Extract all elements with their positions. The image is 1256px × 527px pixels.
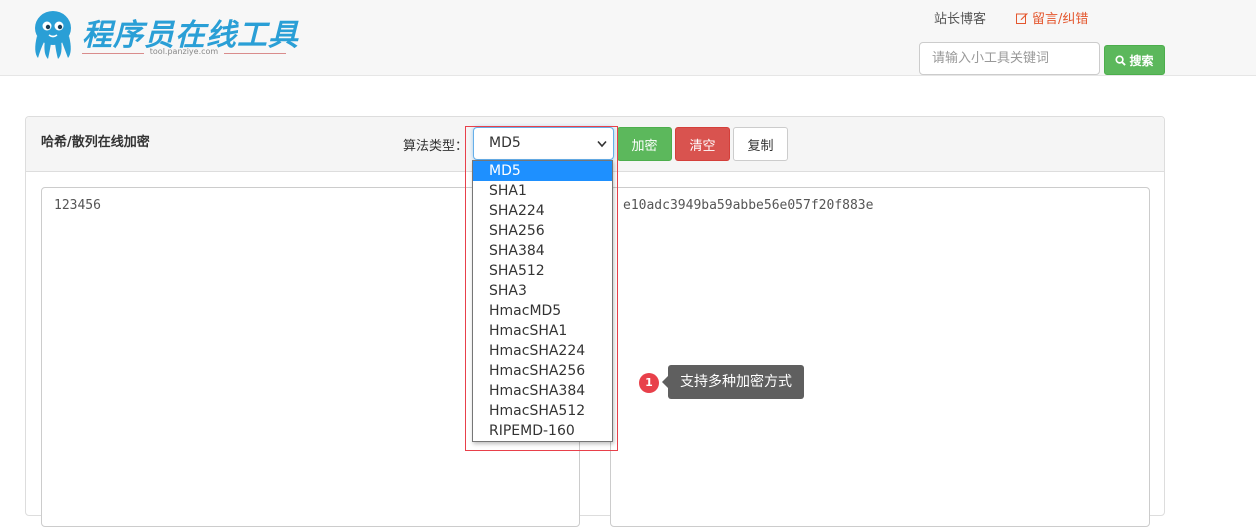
search-button[interactable]: 搜索 — [1104, 45, 1165, 75]
search-icon — [1115, 54, 1127, 66]
algorithm-option[interactable]: HmacSHA512 — [473, 401, 612, 421]
algorithm-dropdown-list[interactable]: MD5 SHA1 SHA224 SHA256 SHA384 SHA512 SHA3 HmacM… — [472, 160, 613, 442]
algorithm-option[interactable]: MD5 — [473, 161, 612, 181]
algorithm-option[interactable]: SHA224 — [473, 201, 612, 221]
clear-button[interactable]: 清空 — [675, 127, 730, 161]
message-link-label: 留言/纠错 — [1032, 12, 1089, 27]
algorithm-option[interactable]: SHA1 — [473, 181, 612, 201]
algorithm-option[interactable]: HmacSHA384 — [473, 381, 612, 401]
output-textarea[interactable]: e10adc3949ba59abbe56e057f20f883e — [610, 187, 1150, 527]
search-input[interactable] — [919, 42, 1100, 75]
edit-icon — [1016, 13, 1028, 24]
site-logo[interactable]: 程序员在线工具 tool.panziye.com — [28, 8, 298, 60]
algorithm-option[interactable]: HmacSHA1 — [473, 321, 612, 341]
search-button-label: 搜索 — [1129, 53, 1154, 68]
site-header: 程序员在线工具 tool.panziye.com 站长博客 留言/纠错 搜索 — [0, 0, 1256, 76]
algorithm-option[interactable]: RIPEMD-160 — [473, 421, 612, 441]
octopus-mascot-icon — [35, 11, 71, 59]
algo-label: 算法类型： — [403, 139, 469, 154]
algorithm-option[interactable]: SHA384 — [473, 241, 612, 261]
algorithm-option[interactable]: HmacSHA256 — [473, 361, 612, 381]
annotation-tooltip: 支持多种加密方式 — [662, 365, 804, 399]
algorithm-option[interactable]: HmacSHA224 — [473, 341, 612, 361]
encrypt-button[interactable]: 加密 — [617, 127, 672, 161]
algorithm-option[interactable]: SHA256 — [473, 221, 612, 241]
brand-url: tool.panziye.com — [149, 47, 219, 56]
copy-button[interactable]: 复制 — [733, 127, 788, 161]
annotation-badge: 1 — [639, 373, 659, 393]
brand-subtitle: tool.panziye.com — [82, 47, 286, 59]
algorithm-option[interactable]: SHA3 — [473, 281, 612, 301]
message-link[interactable]: 留言/纠错 — [1016, 8, 1088, 27]
page-title: 哈希/散列在线加密 — [41, 135, 150, 150]
algorithm-option[interactable]: SHA512 — [473, 261, 612, 281]
algorithm-option[interactable]: HmacMD5 — [473, 301, 612, 321]
blog-link[interactable]: 站长博客 — [934, 8, 986, 27]
